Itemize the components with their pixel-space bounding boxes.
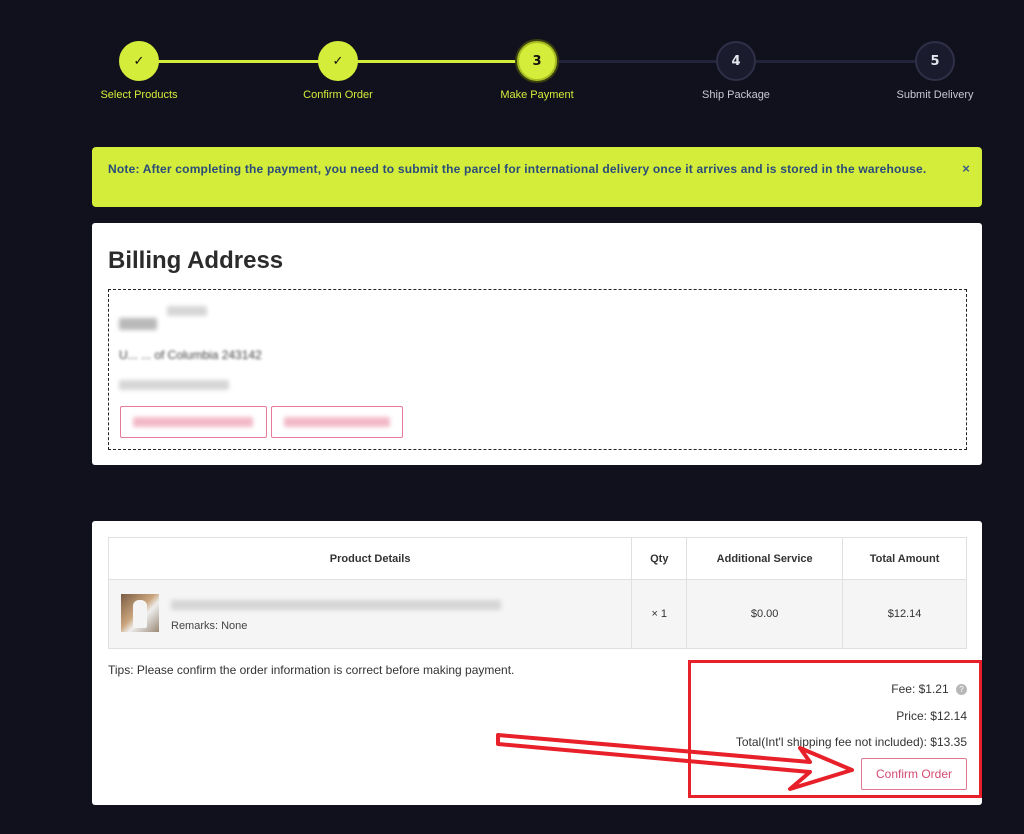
price-line: Price: $12.14	[896, 709, 967, 723]
total-line: Total(Int'l shipping fee not included): …	[735, 735, 967, 749]
step-label: Make Payment	[500, 89, 574, 101]
product-remarks: Remarks: None	[171, 620, 248, 632]
step-submit-delivery: 5 Submit Delivery	[865, 41, 1005, 101]
product-table: Product Details Qty Additional Service T…	[107, 537, 967, 649]
col-header-product-details: Product Details	[107, 537, 633, 580]
close-icon[interactable]: ×	[962, 159, 970, 178]
additional-service-cell: $0.00	[686, 579, 844, 649]
payment-note-banner: Note: After completing the payment, you …	[92, 147, 982, 207]
billing-address-card: Billing Address U... ... of Columbia 243…	[92, 223, 982, 465]
note-text: Note: After completing the payment, you …	[108, 162, 927, 176]
product-details-cell: Remarks: None	[107, 579, 633, 649]
fee-line: Fee: $1.21 ?	[891, 682, 967, 696]
address-line: U... ... of Columbia 243142	[119, 348, 262, 362]
step-confirm-order: ✓ Confirm Order	[268, 41, 408, 101]
step-number: 4	[716, 41, 756, 81]
total-amount-cell: $12.14	[842, 579, 967, 649]
qty-cell: × 1	[631, 579, 688, 649]
col-header-qty: Qty	[631, 537, 688, 580]
step-number: 3	[517, 41, 557, 81]
product-thumbnail[interactable]	[121, 594, 159, 632]
billing-title: Billing Address	[108, 247, 284, 274]
tips-text: Tips: Please confirm the order informati…	[108, 663, 515, 677]
fee-text: Fee: $1.21	[891, 682, 949, 696]
redacted-product-name	[171, 600, 501, 610]
confirm-order-button[interactable]: Confirm Order	[861, 758, 967, 790]
redacted-name	[167, 306, 207, 316]
info-icon[interactable]: ?	[956, 684, 967, 696]
step-ship-package: 4 Ship Package	[666, 41, 806, 101]
step-make-payment: 3 Make Payment	[467, 41, 607, 101]
table-row: Remarks: None × 1 $0.00 $12.14	[107, 579, 967, 649]
redacted-phone	[119, 380, 229, 390]
col-header-additional-service: Additional Service	[686, 537, 844, 580]
step-number: 5	[915, 41, 955, 81]
redacted-address-button[interactable]	[120, 406, 267, 438]
check-icon: ✓	[119, 41, 159, 81]
step-label: Submit Delivery	[896, 89, 974, 101]
step-label: Ship Package	[702, 89, 770, 101]
redacted-address-button[interactable]	[271, 406, 403, 438]
address-card[interactable]: U... ... of Columbia 243142	[108, 289, 967, 450]
check-icon: ✓	[318, 41, 358, 81]
progress-stepper: ✓ Select Products ✓ Confirm Order 3 Make…	[0, 0, 1024, 120]
step-select-products: ✓ Select Products	[69, 41, 209, 101]
redacted-name	[119, 318, 157, 330]
step-label: Confirm Order	[303, 89, 373, 101]
col-header-total-amount: Total Amount	[842, 537, 967, 580]
step-label: Select Products	[100, 89, 178, 101]
order-summary-card: Product Details Qty Additional Service T…	[92, 521, 982, 805]
table-header-row: Product Details Qty Additional Service T…	[107, 537, 967, 580]
